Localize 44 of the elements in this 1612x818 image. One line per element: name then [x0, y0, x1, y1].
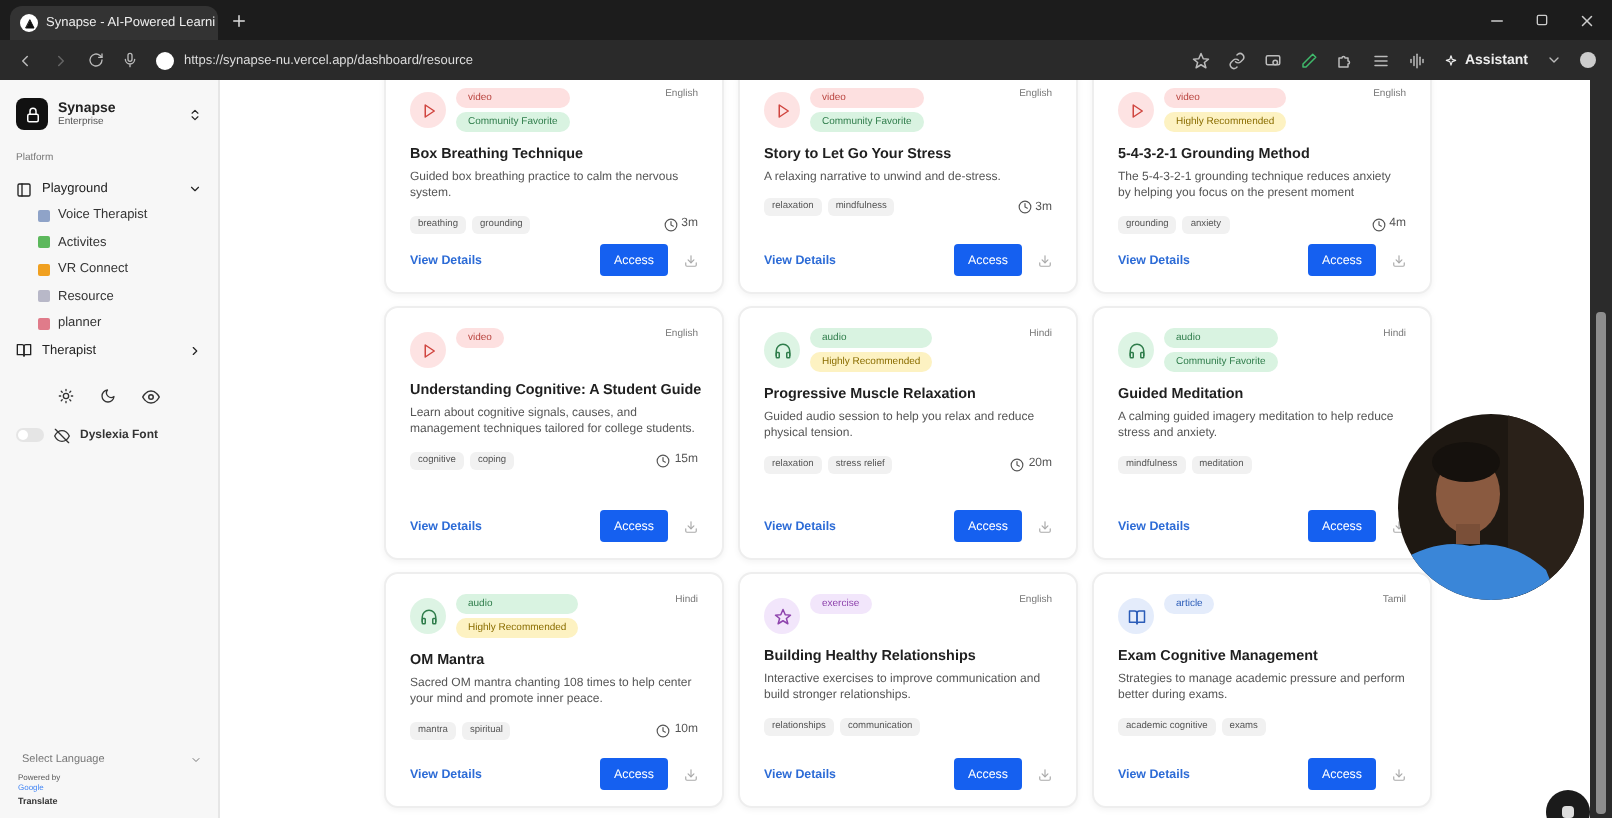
- switcher-icon[interactable]: [188, 107, 202, 121]
- play-badge-icon: [410, 92, 446, 128]
- headphones-badge-icon: [764, 332, 800, 368]
- moon-icon[interactable]: [100, 387, 116, 403]
- link-icon[interactable]: [1228, 51, 1247, 69]
- brand-logo: [16, 98, 48, 130]
- clock-icon: [1017, 200, 1032, 215]
- chevron-down-icon: [190, 754, 202, 766]
- pen-icon[interactable]: [1300, 51, 1319, 69]
- scrollbar-thumb[interactable]: [1596, 312, 1606, 814]
- microphone-icon[interactable]: [122, 52, 138, 68]
- site-info-icon[interactable]: [156, 51, 174, 69]
- maximize-icon[interactable]: [1534, 11, 1550, 27]
- eye-off-icon: [54, 427, 70, 443]
- star-icon[interactable]: [1192, 51, 1211, 69]
- clock-icon: [663, 217, 678, 232]
- clock-icon: [1010, 457, 1025, 472]
- panel-icon: [16, 181, 32, 197]
- audio-wave-icon[interactable]: [1408, 51, 1427, 69]
- clock-icon: [656, 453, 671, 468]
- new-tab-icon[interactable]: [230, 11, 248, 29]
- book-badge-icon: [1118, 598, 1154, 634]
- play-badge-icon: [1118, 92, 1154, 128]
- site-logo-icon: [20, 14, 38, 32]
- sun-icon[interactable]: [58, 387, 74, 403]
- back-icon[interactable]: [16, 51, 34, 69]
- star-badge-icon: [764, 598, 800, 634]
- headphones-badge-icon: [1118, 332, 1154, 368]
- close-icon[interactable]: [1578, 11, 1596, 29]
- eye-icon[interactable]: [142, 387, 160, 405]
- screenshot-icon[interactable]: [1264, 51, 1283, 69]
- list-icon[interactable]: [1372, 51, 1391, 69]
- sparkle-icon: [1444, 53, 1459, 67]
- toggle-switch[interactable]: [16, 428, 44, 442]
- puzzle-icon[interactable]: [1336, 51, 1355, 69]
- play-badge-icon: [410, 332, 446, 368]
- clock-icon: [1371, 217, 1386, 232]
- book-icon: [16, 342, 32, 358]
- play-badge-icon: [764, 92, 800, 128]
- reload-icon[interactable]: [88, 52, 104, 68]
- clock-icon: [656, 723, 671, 738]
- headphones-badge-icon: [410, 598, 446, 634]
- profile-icon[interactable]: [1580, 52, 1596, 68]
- chevron-down-icon[interactable]: [1546, 52, 1562, 68]
